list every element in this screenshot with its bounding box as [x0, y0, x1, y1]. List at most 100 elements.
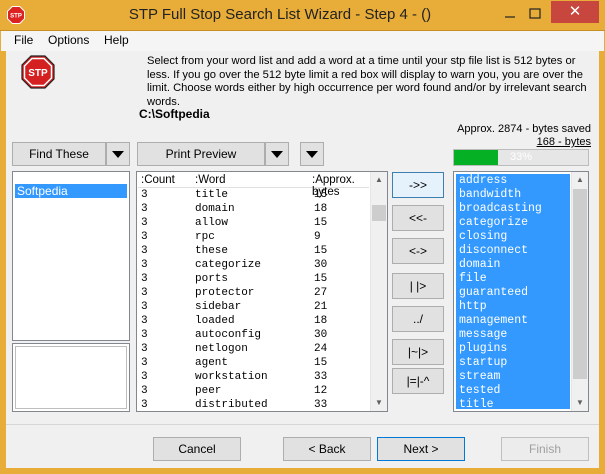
cell-bytes: 15	[314, 217, 328, 229]
cell-word: title	[195, 189, 229, 201]
table-row[interactable]: 3 agent 15	[138, 356, 369, 370]
table-row[interactable]: 3 loaded 18	[138, 314, 369, 328]
table-row[interactable]: 3 ports 15	[138, 272, 369, 286]
add-word-button[interactable]: ->>	[392, 172, 444, 198]
sort-button[interactable]: |=|-^	[392, 368, 444, 394]
filter-button[interactable]: |~|>	[392, 339, 444, 365]
folder-list[interactable]: Softpedia	[12, 171, 130, 341]
cell-bytes: 27	[314, 287, 328, 299]
list-item[interactable]: domain	[457, 258, 564, 272]
cell-count: 3	[141, 287, 148, 299]
close-icon[interactable]: ✕	[551, 1, 599, 23]
remove-word-button[interactable]: <<-	[392, 205, 444, 231]
cell-word: rpc	[195, 231, 215, 243]
table-row[interactable]: 3 domain 18	[138, 202, 369, 216]
list-item[interactable]: startup	[457, 356, 564, 370]
scroll-up-icon[interactable]: ▲	[572, 172, 588, 188]
list-item[interactable]: stream	[457, 370, 564, 384]
scroll-up-icon[interactable]: ▲	[371, 172, 387, 188]
cell-bytes: 18	[314, 315, 328, 327]
cell-count: 3	[141, 203, 148, 215]
find-these-button[interactable]: Find These	[12, 142, 106, 166]
cancel-button[interactable]: Cancel	[153, 437, 241, 461]
table-row[interactable]: 3 categorize 30	[138, 258, 369, 272]
cell-bytes: 15	[314, 245, 328, 257]
word-table[interactable]: :Count :Word :Approx. bytes 3 title 15 3 dom…	[136, 171, 388, 412]
cell-word: ports	[195, 273, 229, 285]
list-item[interactable]: closing	[457, 230, 564, 244]
list-item[interactable]: management	[457, 314, 564, 328]
cell-count: 3	[141, 217, 148, 229]
cell-word: loaded	[195, 315, 235, 327]
cell-bytes: 15	[314, 357, 328, 369]
table-row[interactable]: 3 distributed 33	[138, 398, 369, 412]
list-item[interactable]: address	[457, 174, 564, 188]
table-row[interactable]: 3 peer 12	[138, 384, 369, 398]
table-header: :Count :Word :Approx. bytes	[138, 173, 369, 198]
cell-bytes: 33	[314, 371, 328, 383]
bytes-count-link[interactable]: 168 - bytes	[537, 136, 591, 148]
list-item[interactable]: message	[457, 328, 564, 342]
table-row[interactable]: 3 sidebar 21	[138, 300, 369, 314]
cell-word: sidebar	[195, 301, 242, 313]
scroll-down-icon[interactable]: ▼	[572, 395, 588, 411]
next-button[interactable]: Next >	[377, 437, 465, 461]
approx-bytes-saved: Approx. 2874 - bytes saved	[457, 123, 591, 135]
stop-sign-icon: STP	[21, 55, 55, 89]
cell-count: 3	[141, 245, 148, 257]
word-table-scrollbar[interactable]: ▲ ▼	[370, 172, 387, 411]
list-item[interactable]: guaranteed	[457, 286, 564, 300]
cell-word: allow	[195, 217, 229, 229]
cell-word: categorize	[195, 259, 262, 271]
swap-word-button[interactable]: <->	[392, 238, 444, 264]
list-item[interactable]: plugins	[457, 342, 564, 356]
list-item[interactable]: http	[457, 300, 564, 314]
selected-list-scrollbar[interactable]: ▲ ▼	[571, 172, 588, 411]
menu-options[interactable]: Options	[48, 33, 89, 47]
list-item[interactable]: categorize	[457, 216, 564, 230]
print-preview-button[interactable]: Print Preview	[137, 142, 265, 166]
table-row[interactable]: 3 title 15	[138, 188, 369, 202]
cell-count: 3	[141, 329, 148, 341]
cell-count: 3	[141, 399, 148, 411]
parent-button[interactable]: ../	[392, 306, 444, 332]
cell-word: these	[195, 245, 229, 257]
list-item[interactable]: file	[457, 272, 564, 286]
maximize-icon[interactable]	[523, 5, 547, 23]
list-item[interactable]: disconnect	[457, 244, 564, 258]
cell-bytes: 9	[314, 231, 321, 243]
cell-count: 3	[141, 231, 148, 243]
list-item[interactable]: bandwidth	[457, 188, 564, 202]
cell-word: workstation	[195, 371, 268, 383]
header-count[interactable]: :Count	[141, 174, 175, 186]
table-row[interactable]: 3 protector 27	[138, 286, 369, 300]
back-button[interactable]: < Back	[283, 437, 371, 461]
list-item[interactable]: tested	[457, 384, 564, 398]
cell-count: 3	[141, 343, 148, 355]
table-row[interactable]: 3 netlogon 24	[138, 342, 369, 356]
table-row[interactable]: 3 these 15	[138, 244, 369, 258]
table-row[interactable]: 3 rpc 9	[138, 230, 369, 244]
selected-words-list[interactable]: address bandwidth broadcasting categorize cl…	[453, 171, 589, 412]
add-all-button[interactable]: | |>	[392, 273, 444, 299]
minimize-icon[interactable]	[498, 5, 522, 23]
menu-file[interactable]: File	[14, 33, 33, 47]
scroll-down-icon[interactable]: ▼	[371, 395, 387, 411]
scroll-thumb[interactable]	[372, 205, 386, 221]
scroll-thumb[interactable]	[573, 189, 587, 379]
options-dropdown-icon[interactable]	[300, 142, 324, 166]
finish-button[interactable]: Finish	[501, 437, 589, 461]
print-preview-dropdown-icon[interactable]	[265, 142, 289, 166]
find-these-dropdown-icon[interactable]	[106, 142, 130, 166]
menu-help[interactable]: Help	[104, 33, 129, 47]
cell-count: 3	[141, 301, 148, 313]
table-row[interactable]: 3 allow 15	[138, 216, 369, 230]
list-item[interactable]: broadcasting	[457, 202, 564, 216]
list-item[interactable]: title	[457, 398, 564, 412]
header-word[interactable]: :Word	[195, 174, 225, 186]
table-row[interactable]: 3 autoconfig 30	[138, 328, 369, 342]
list-item[interactable]: Softpedia	[15, 184, 127, 198]
cell-word: protector	[195, 287, 255, 299]
cell-word: agent	[195, 357, 229, 369]
table-row[interactable]: 3 workstation 33	[138, 370, 369, 384]
